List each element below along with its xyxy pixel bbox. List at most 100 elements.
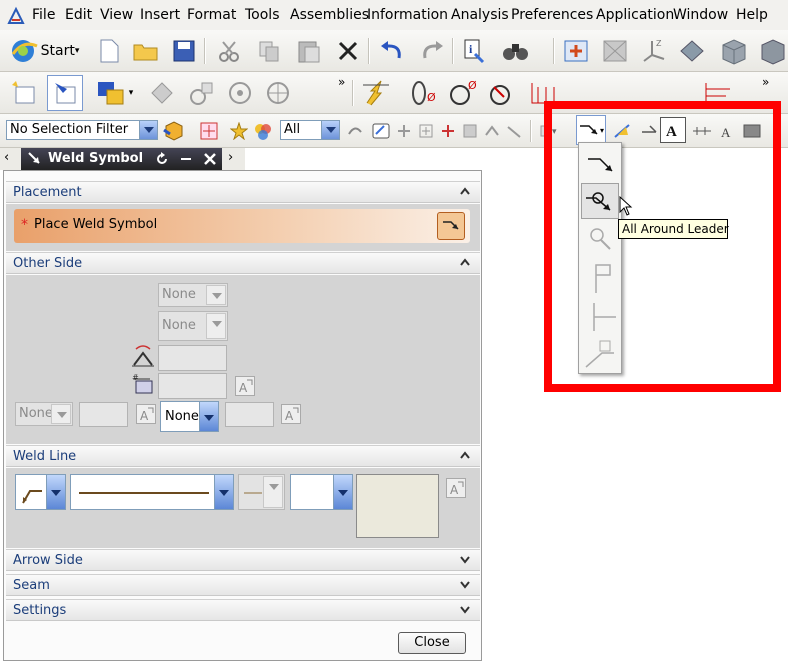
text-edit-icon[interactable]: A <box>281 404 301 424</box>
close-button[interactable]: Close <box>398 632 466 654</box>
menu-assemblies[interactable]: Assemblies <box>290 7 369 23</box>
menu-insert[interactable]: Insert <box>140 7 180 23</box>
star-point-button[interactable] <box>228 115 250 147</box>
new-file-button[interactable] <box>93 35 125 67</box>
detail-view-button[interactable] <box>186 77 218 109</box>
scope-dropdown[interactable]: All <box>280 120 340 140</box>
other-side-section-header[interactable]: Other Side <box>6 252 480 274</box>
placement-section-body: * Place Weld Symbol <box>6 204 480 251</box>
snap-quadrant-button[interactable] <box>460 115 480 147</box>
snap-end-button[interactable] <box>394 115 414 147</box>
section-view-button[interactable] <box>146 77 178 109</box>
text-edit-icon[interactable]: A <box>235 376 255 396</box>
binoculars-button[interactable] <box>500 35 532 67</box>
close-icon[interactable] <box>201 150 219 168</box>
undo-button[interactable] <box>376 35 408 67</box>
leader-style-icon <box>22 490 42 504</box>
arrow-button[interactable] <box>344 115 366 147</box>
rotate-view-button[interactable] <box>676 35 708 67</box>
highlight-box <box>544 101 781 392</box>
break-view-button[interactable] <box>224 77 256 109</box>
start-icon <box>11 40 38 62</box>
other-side-right-field[interactable] <box>225 402 274 427</box>
weld-line-section-header[interactable]: Weld Line <box>6 445 480 467</box>
other-side-combo-2[interactable]: None <box>158 311 228 341</box>
snap-center-button[interactable] <box>438 115 458 147</box>
paste-button[interactable] <box>293 35 325 67</box>
cut-button[interactable] <box>213 35 245 67</box>
text-edit-icon[interactable]: A <box>136 404 156 424</box>
seam-section-header[interactable]: Seam <box>6 574 480 596</box>
save-button[interactable] <box>168 35 200 67</box>
open-folder-button[interactable] <box>130 35 162 67</box>
shaded-view-button[interactable] <box>718 35 750 67</box>
line-preview <box>79 492 209 494</box>
toolbar-overflow-icon[interactable]: » <box>338 75 345 89</box>
leader-select-icon[interactable] <box>437 212 465 240</box>
color-combo[interactable] <box>290 474 353 510</box>
menu-application[interactable]: Application <box>596 7 674 23</box>
delete-button[interactable] <box>332 35 364 67</box>
nav-left-icon[interactable]: ‹ <box>4 150 9 165</box>
settings-section-header[interactable]: Settings <box>6 599 480 621</box>
snap-mid-button[interactable] <box>416 115 436 147</box>
text-edit-icon[interactable]: A <box>446 478 466 498</box>
type-filter-button[interactable] <box>160 115 186 147</box>
line-width-combo[interactable] <box>238 474 285 510</box>
arrow-side-section-header[interactable]: Arrow Side <box>6 549 480 571</box>
color-filter-button[interactable] <box>252 115 274 147</box>
toolbar-overflow-icon-2[interactable]: » <box>762 75 769 89</box>
diameter-dimension-button[interactable]: Ø <box>448 77 480 109</box>
place-weld-symbol-row[interactable]: * Place Weld Symbol <box>14 209 470 243</box>
placement-section-header[interactable]: Placement <box>6 181 480 203</box>
menu-view[interactable]: View <box>100 7 133 23</box>
zoom-view-button[interactable] <box>599 35 631 67</box>
svg-text:Ø: Ø <box>427 91 436 104</box>
snap-point-button[interactable] <box>194 115 224 147</box>
svg-text:A: A <box>140 409 149 423</box>
nav-right-icon[interactable]: › <box>228 150 233 165</box>
copy-button[interactable] <box>253 35 285 67</box>
menu-format[interactable]: Format <box>187 7 236 23</box>
panel-tab[interactable]: Weld Symbol <box>21 148 222 170</box>
menu-information[interactable]: Information <box>367 7 448 23</box>
svg-text:#: # <box>132 373 139 382</box>
selection-filter-dropdown[interactable]: No Selection Filter <box>6 120 158 140</box>
snap-point-on-curve-button[interactable] <box>504 115 524 147</box>
other-side-combo-1[interactable]: None <box>158 283 228 307</box>
minimize-icon[interactable] <box>177 150 195 168</box>
drafting-mode-button[interactable] <box>47 75 83 111</box>
cylindrical-dimension-button[interactable]: Ø <box>407 77 439 109</box>
wireframe-view-button[interactable] <box>758 35 788 67</box>
other-side-active-combo[interactable]: None <box>160 401 219 432</box>
eraser-button[interactable] <box>368 115 394 147</box>
placement-title: Placement <box>13 185 82 200</box>
information-button[interactable]: i <box>458 35 490 67</box>
other-side-value-field-1[interactable] <box>158 345 227 371</box>
fit-view-button[interactable] <box>560 35 592 67</box>
redo-button[interactable] <box>416 35 448 67</box>
menu-analysis[interactable]: Analysis <box>451 7 509 23</box>
start-label: Start <box>40 43 75 59</box>
menu-preferences[interactable]: Preferences <box>511 7 593 23</box>
menu-tools[interactable]: Tools <box>245 7 280 23</box>
menu-window[interactable]: Window <box>673 7 728 23</box>
view-create-button[interactable]: ▾ <box>92 77 136 109</box>
leader-style-combo[interactable] <box>15 474 66 510</box>
projected-view-button[interactable] <box>262 77 294 109</box>
orient-view-button[interactable]: Z <box>638 35 670 67</box>
new-sheet-button[interactable] <box>8 77 40 109</box>
snap-existing-button[interactable] <box>482 115 502 147</box>
menu-edit[interactable]: Edit <box>65 7 92 23</box>
other-side-left-field[interactable] <box>79 402 128 427</box>
svg-text:Z: Z <box>656 39 662 48</box>
start-button[interactable]: Start ▾ <box>8 35 80 67</box>
menu-help[interactable]: Help <box>736 7 768 23</box>
reset-icon[interactable] <box>153 150 171 168</box>
other-side-value-field-2[interactable] <box>158 373 227 399</box>
line-style-combo[interactable] <box>70 474 234 510</box>
auto-dimension-button[interactable] <box>360 77 392 109</box>
hole-dimension-button[interactable] <box>488 77 520 109</box>
menu-file[interactable]: File <box>32 7 55 23</box>
other-side-left-combo[interactable]: None <box>15 402 73 426</box>
